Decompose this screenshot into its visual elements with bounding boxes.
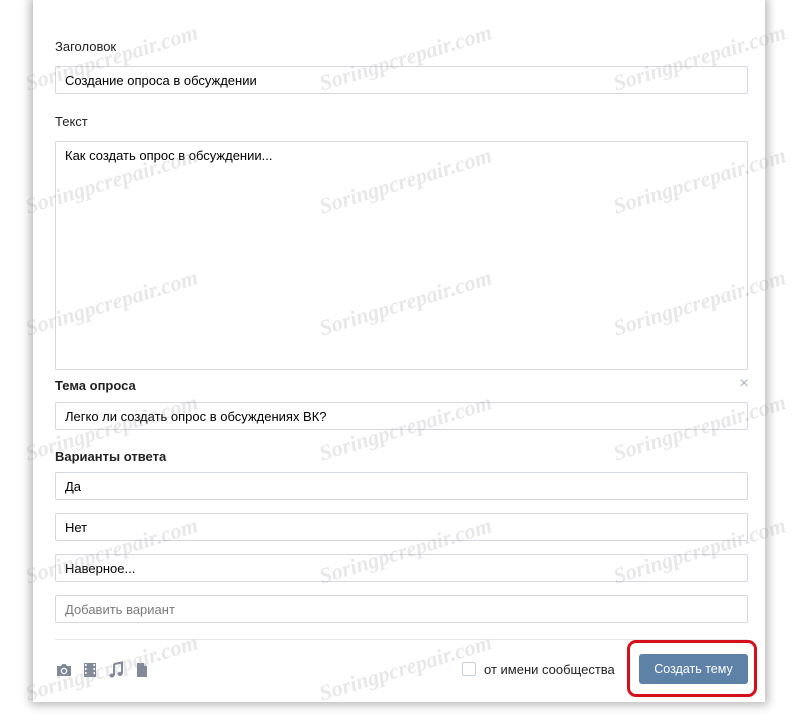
- add-option-input[interactable]: Добавить вариант: [55, 595, 748, 623]
- poll-option-input-2[interactable]: Нет: [55, 513, 748, 541]
- camera-icon[interactable]: [55, 661, 73, 679]
- poll-option-input-3[interactable]: Наверное...: [55, 554, 748, 582]
- create-topic-button[interactable]: Создать тему: [639, 654, 748, 684]
- music-icon[interactable]: [107, 661, 125, 679]
- poll-topic-label: Тема опроса: [55, 378, 136, 393]
- poll-topic-input[interactable]: Легко ли создать опрос в обсуждениях ВК?: [55, 402, 748, 430]
- poll-option-input-1[interactable]: Да: [55, 472, 748, 500]
- close-icon[interactable]: ×: [737, 376, 751, 392]
- title-label: Заголовок: [55, 39, 117, 54]
- text-textarea[interactable]: Как создать опрос в обсуждении...: [55, 141, 748, 370]
- community-checkbox-label[interactable]: от имени сообщества: [484, 662, 615, 677]
- community-checkbox[interactable]: [462, 662, 476, 676]
- title-input[interactable]: Создание опроса в обсуждении: [55, 66, 748, 94]
- text-label: Текст: [55, 114, 88, 129]
- document-icon[interactable]: [133, 661, 151, 679]
- video-icon[interactable]: [81, 661, 99, 679]
- poll-options-label: Варианты ответа: [55, 449, 167, 464]
